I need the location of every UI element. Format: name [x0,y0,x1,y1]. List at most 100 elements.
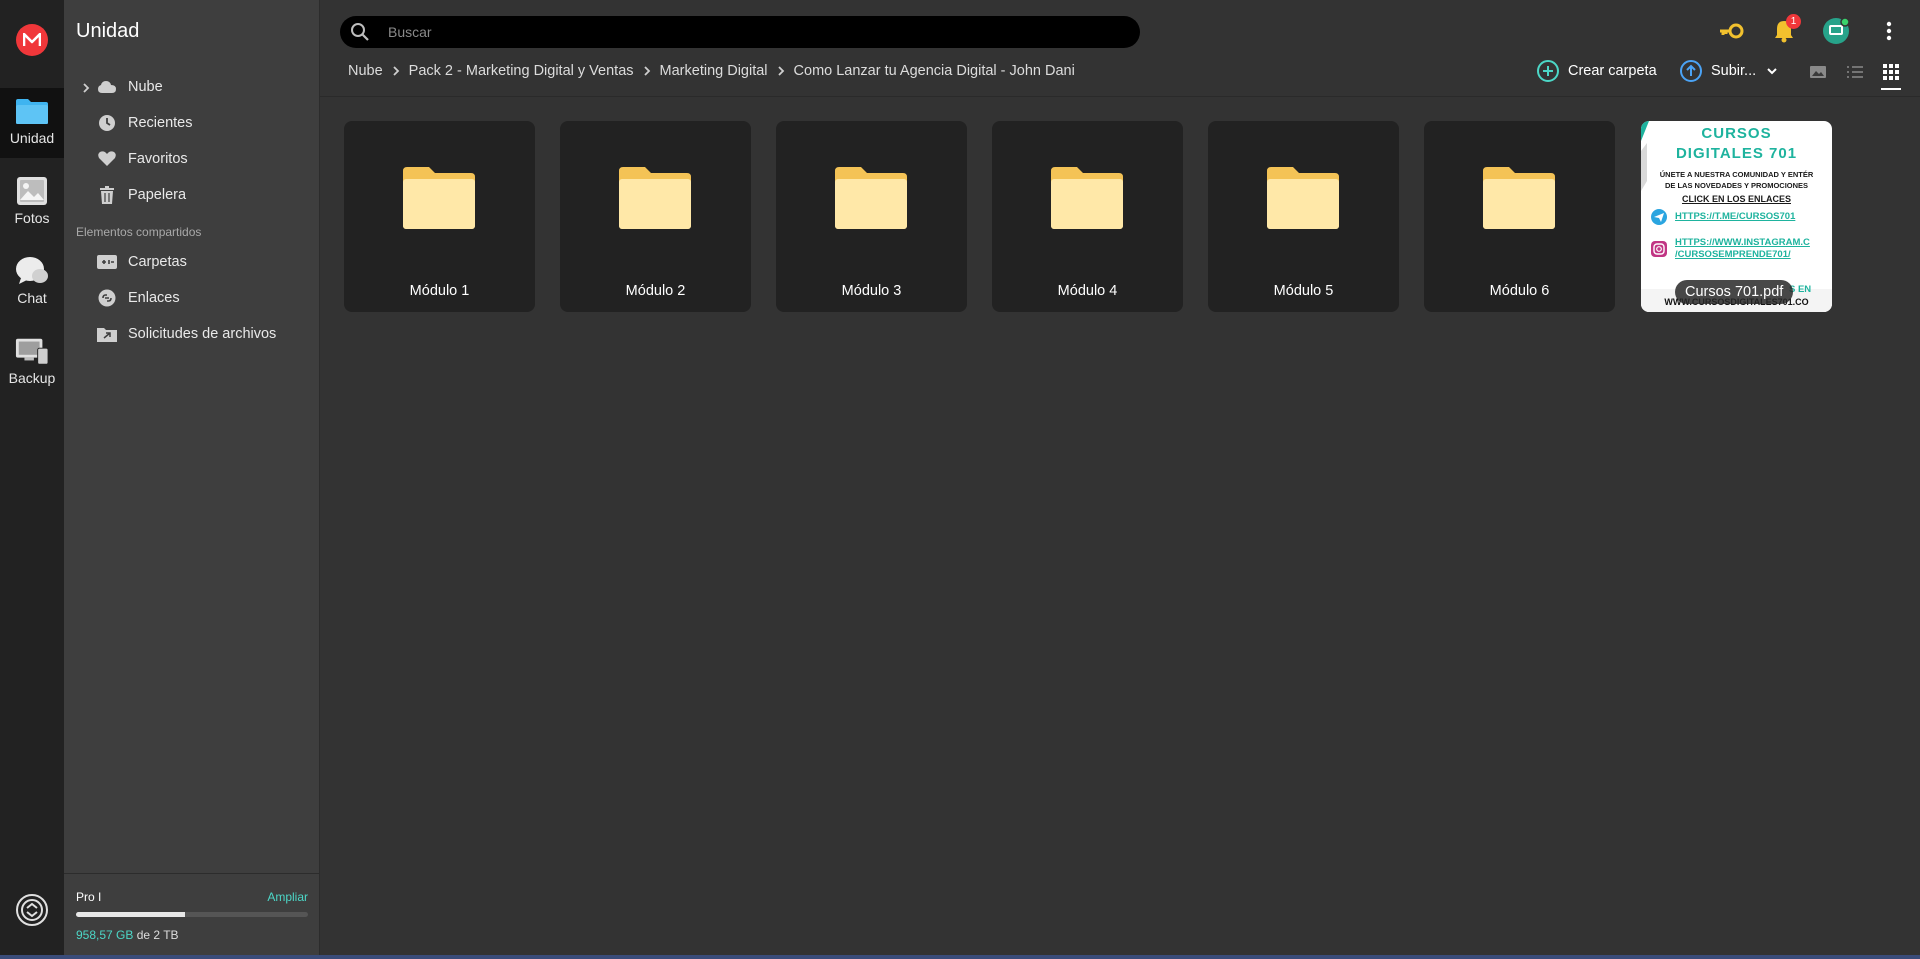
file-name: Módulo 6 [1489,283,1550,299]
pdf-thumb-title: DIGITALES 701 [1675,145,1798,162]
pdf-thumb-title: CURSOS [1701,125,1772,142]
link-icon [97,289,117,307]
sidebar-item-label: Papelera [128,187,187,203]
pdf-thumb-link: HTTPS://WWW.INSTAGRAM.C [1675,237,1810,248]
folder-icon [619,165,691,229]
create-folder-button[interactable]: Crear carpeta [1536,58,1657,84]
file-card-folder[interactable]: Módulo 1 [344,121,535,312]
file-name: Módulo 1 [409,283,470,299]
folder-icon [1267,165,1339,229]
notifications-icon[interactable]: 1 [1770,14,1801,45]
storage-bar-fill [76,912,185,917]
shared-folder-icon [97,253,117,271]
file-card-folder[interactable]: Módulo 2 [560,121,751,312]
sidebar-item-recientes[interactable]: Recientes [64,107,320,139]
chevron-down-icon[interactable] [1766,67,1778,75]
chevron-right-icon[interactable] [80,81,92,93]
heart-icon [97,150,117,168]
sidebar-item-carpetas[interactable]: Carpetas [64,246,320,278]
rail-item-backup[interactable]: Backup [0,328,64,398]
breadcrumb-item[interactable]: Marketing Digital [660,63,768,79]
create-folder-label: Crear carpeta [1568,63,1657,79]
folder-icon [835,165,907,229]
sidebar-item-label: Solicitudes de archivos [128,326,277,342]
list-view-icon[interactable] [1843,60,1867,84]
file-card-folder[interactable]: Módulo 3 [776,121,967,312]
pdf-thumb-cta: CLICK EN LOS ENLACES [1681,194,1791,204]
file-request-icon [97,325,117,343]
storage-bar [76,912,308,917]
avatar[interactable] [1822,17,1850,45]
photos-icon [15,176,49,206]
rail-item-fotos[interactable]: Fotos [0,168,64,238]
trash-icon [97,186,117,204]
rail-item-label: Unidad [9,130,55,146]
rail-item-label: Backup [8,370,56,386]
sidebar-item-enlaces[interactable]: Enlaces [64,282,320,314]
rail-item-label: Fotos [14,210,50,226]
sidebar-item-papelera[interactable]: Papelera [64,179,320,211]
folder-icon [1483,165,1555,229]
sidebar-item-nube[interactable]: Nube [64,71,320,103]
cloud-icon [97,78,117,96]
thumbnail-view-icon[interactable] [1806,60,1830,84]
window-bottom-edge [0,955,1920,959]
sidebar-item-label: Carpetas [128,254,187,270]
clock-icon [97,114,117,132]
grid-view-icon[interactable] [1879,60,1903,90]
storage-used: 958,57 GB [76,928,134,942]
file-name: Módulo 3 [841,283,902,299]
search-input[interactable] [388,22,1118,42]
sidebar-item-solicitudes[interactable]: Solicitudes de archivos [64,318,320,350]
shared-section-label: Elementos compartidos [76,225,202,239]
file-name: Módulo 4 [1057,283,1118,299]
rail-item-unidad[interactable]: Unidad [0,88,64,158]
chat-icon [15,256,49,286]
sidebar-item-label: Recientes [128,115,193,131]
folder-icon [403,165,475,229]
sidebar: Unidad Nube Recientes Favoritos Papelera… [64,0,320,955]
search-bar [340,16,1140,48]
header-divider [320,96,1920,97]
folder-icon [15,96,49,126]
file-card-folder[interactable]: Módulo 5 [1208,121,1399,312]
search-icon [350,22,370,42]
storage-usage: 958,57 GB de 2 TB [76,928,179,942]
file-card-folder[interactable]: Módulo 6 [1424,121,1615,312]
sidebar-item-label: Enlaces [128,290,180,306]
sidebar-item-label: Nube [128,79,163,95]
folder-icon [1051,165,1123,229]
file-name: Módulo 2 [625,283,686,299]
app-rail: Unidad Fotos Chat Backup [0,0,64,955]
chevron-right-icon [634,64,660,78]
add-circle-icon [1536,59,1560,83]
pdf-thumb-text: ÚNETE A NUESTRA COMUNIDAD Y ENTÉR [1659,170,1814,179]
upload-label: Subir... [1711,63,1757,79]
key-icon[interactable] [1717,17,1745,45]
file-name: Cursos 701.pdf [1675,280,1794,304]
sidebar-item-label: Favoritos [128,151,188,167]
breadcrumb-current[interactable]: Como Lanzar tu Agencia Digital - John Da… [794,63,1075,79]
more-options-icon[interactable] [1875,17,1903,45]
pdf-thumb-text: DE LAS NOVEDADES Y PROMOCIONES [1664,181,1809,190]
breadcrumb: Nube Pack 2 - Marketing Digital y Ventas… [348,61,1075,81]
breadcrumb-item[interactable]: Nube [348,63,383,79]
file-card-pdf[interactable]: CURSOS DIGITALES 701 ÚNETE A NUESTRA COM… [1641,121,1832,312]
backup-icon [15,336,49,366]
file-name: Módulo 5 [1273,283,1334,299]
notification-badge: 1 [1786,14,1801,29]
upload-icon [1679,59,1703,83]
upload-button[interactable]: Subir... [1679,58,1778,84]
file-card-folder[interactable]: Módulo 4 [992,121,1183,312]
breadcrumb-item[interactable]: Pack 2 - Marketing Digital y Ventas [409,63,634,79]
storage-total: de 2 TB [136,928,179,942]
storage-panel: Pro I Ampliar 958,57 GB de 2 TB [64,873,320,955]
mega-logo-icon[interactable] [16,24,48,56]
sidebar-title: Unidad [76,20,140,42]
sidebar-item-favoritos[interactable]: Favoritos [64,143,320,175]
rail-item-chat[interactable]: Chat [0,248,64,318]
transfer-manager-icon[interactable] [15,893,49,927]
upgrade-link[interactable]: Ampliar [267,890,308,904]
rail-item-label: Chat [17,290,47,306]
pdf-thumb-link: /CURSOSEMPRENDE701/ [1675,249,1791,260]
